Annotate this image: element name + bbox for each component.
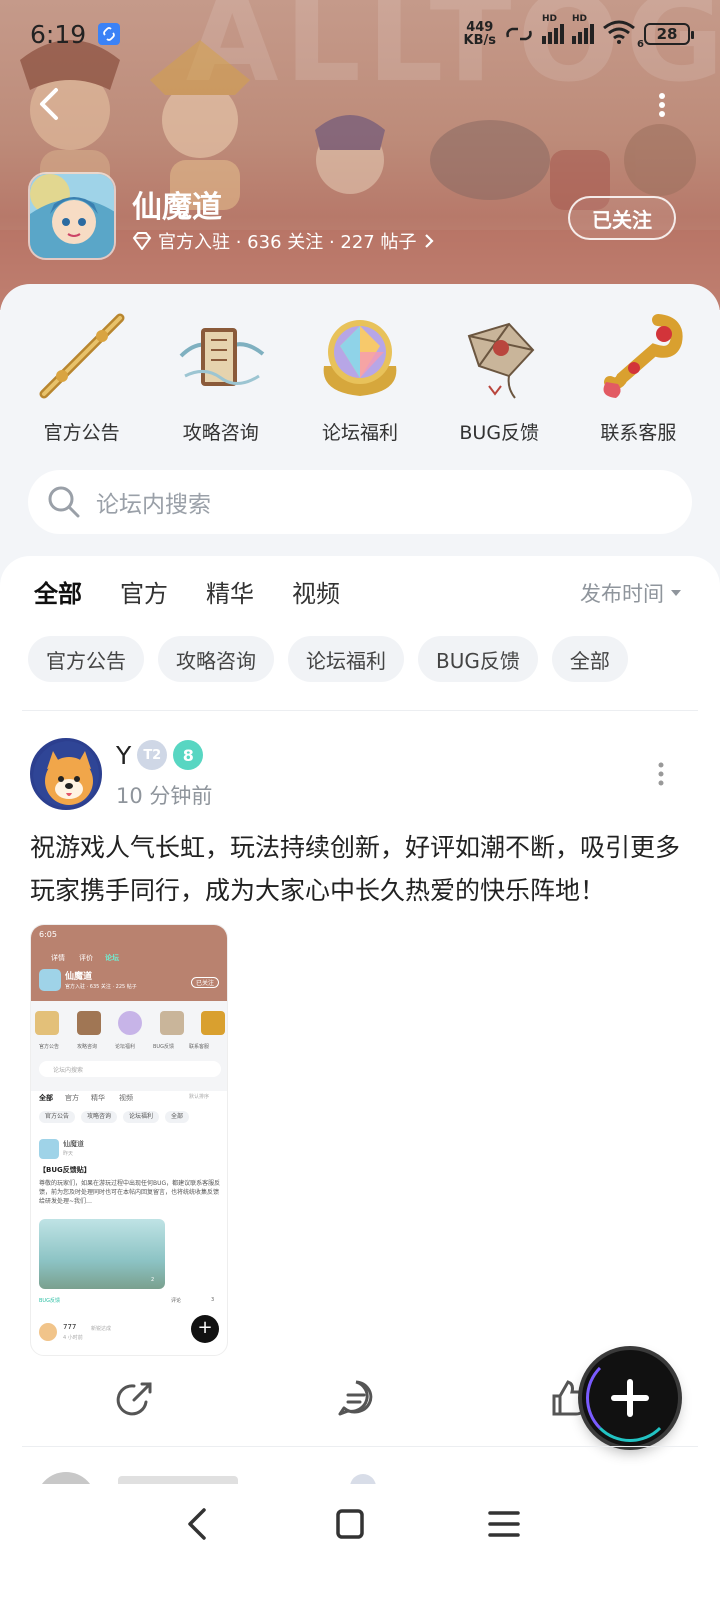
tab-featured[interactable]: 精华 bbox=[206, 574, 254, 617]
system-menu-icon[interactable] bbox=[484, 1506, 524, 1542]
divider bbox=[22, 710, 698, 711]
post-image[interactable]: 6:05 详情 评价 论坛 仙魔道 官方入驻 · 635 关注 · 225 帖子… bbox=[30, 924, 228, 1356]
share-icon[interactable] bbox=[116, 1378, 156, 1418]
tab-all[interactable]: 全部 bbox=[34, 574, 82, 617]
plus-icon bbox=[611, 1379, 649, 1417]
post-more-icon[interactable] bbox=[654, 762, 668, 786]
category-announcement[interactable]: 官方公告 bbox=[12, 306, 151, 445]
diamond-icon bbox=[132, 232, 152, 250]
next-post-peek bbox=[30, 1472, 690, 1484]
level-badge: 8 bbox=[173, 740, 204, 770]
staff-icon bbox=[39, 313, 125, 399]
chevron-right-icon bbox=[424, 234, 434, 248]
avatar[interactable] bbox=[30, 738, 102, 810]
more-vertical-icon[interactable] bbox=[652, 92, 672, 118]
category-guide[interactable]: 攻略咨询 bbox=[151, 306, 290, 445]
sort-dropdown[interactable]: 发布时间 bbox=[580, 578, 682, 608]
system-back-icon[interactable] bbox=[178, 1506, 218, 1542]
system-navigation-bar bbox=[0, 1486, 720, 1600]
chip-all[interactable]: 全部 bbox=[551, 636, 628, 682]
forum-name: 仙魔道 bbox=[132, 190, 222, 225]
ruyi-icon bbox=[603, 314, 683, 398]
create-post-button[interactable] bbox=[582, 1350, 678, 1446]
category-service[interactable]: 联系客服 bbox=[569, 306, 708, 445]
caret-down-icon bbox=[671, 590, 681, 596]
follow-button[interactable]: 已关注 bbox=[568, 196, 676, 240]
category-row: 官方公告 攻略咨询 论坛福利 BUG反馈 联系客服 bbox=[0, 306, 720, 445]
link-app-icon bbox=[98, 23, 121, 45]
signal-icon-2: HD bbox=[572, 14, 594, 44]
category-bug[interactable]: BUG反馈 bbox=[430, 306, 569, 445]
search-input[interactable]: 论坛内搜索 bbox=[96, 485, 211, 519]
post-time: 10 分钟前 bbox=[116, 784, 213, 808]
chip-guide[interactable]: 攻略咨询 bbox=[158, 636, 274, 682]
tab-video[interactable]: 视频 bbox=[292, 574, 340, 617]
category-welfare[interactable]: 论坛福利 bbox=[290, 306, 429, 445]
chip-welfare[interactable]: 论坛福利 bbox=[288, 636, 404, 682]
status-time: 6:19 bbox=[30, 19, 87, 49]
feed-tabs: 全部 官方 精华 视频 bbox=[34, 574, 340, 617]
status-bar: 6:19 449 KB/s HD HD 6 28 bbox=[0, 0, 720, 68]
chip-announcement[interactable]: 官方公告 bbox=[28, 636, 144, 682]
divider bbox=[22, 1446, 698, 1447]
forum-meta[interactable]: 官方入驻 · 636 关注 · 227 帖子 bbox=[132, 228, 435, 254]
sort-label: 发布时间 bbox=[580, 582, 664, 606]
username: Y bbox=[116, 740, 132, 770]
back-arrow-icon[interactable] bbox=[32, 86, 68, 122]
tab-official[interactable]: 官方 bbox=[120, 574, 168, 617]
title-badge: T2 bbox=[137, 740, 168, 770]
gem-icon bbox=[323, 320, 397, 396]
kite-icon bbox=[467, 322, 535, 399]
filter-chips: 官方公告 攻略咨询 论坛福利 BUG反馈 全部 bbox=[28, 636, 628, 682]
signal-icon-1: HD bbox=[542, 14, 564, 44]
wifi-icon: 6 bbox=[602, 20, 644, 50]
comment-icon[interactable] bbox=[336, 1378, 376, 1418]
network-speed: 449 KB/s bbox=[463, 20, 496, 48]
post-author[interactable]: Y T2 8 bbox=[116, 740, 204, 770]
post-content[interactable]: 祝游戏人气长虹，玩法持续创新，好评如潮不断，吸引更多玩家携手同行，成为大家心中长… bbox=[30, 826, 690, 912]
chip-bug[interactable]: BUG反馈 bbox=[418, 636, 538, 682]
system-home-icon[interactable] bbox=[330, 1506, 370, 1542]
forum-meta-text: 官方入驻 · 636 关注 · 227 帖子 bbox=[158, 232, 417, 253]
search-icon bbox=[48, 486, 80, 518]
battery-indicator: 28 bbox=[644, 23, 694, 45]
hotspot-icon bbox=[506, 27, 532, 41]
scroll-icon bbox=[179, 328, 265, 386]
forum-search-box[interactable]: 论坛内搜索 bbox=[28, 470, 692, 534]
forum-banner: ALLTOG 6:19 449 KB/s HD HD 6 28 仙魔道 官方入驻… bbox=[0, 0, 720, 310]
forum-avatar[interactable] bbox=[28, 172, 116, 260]
